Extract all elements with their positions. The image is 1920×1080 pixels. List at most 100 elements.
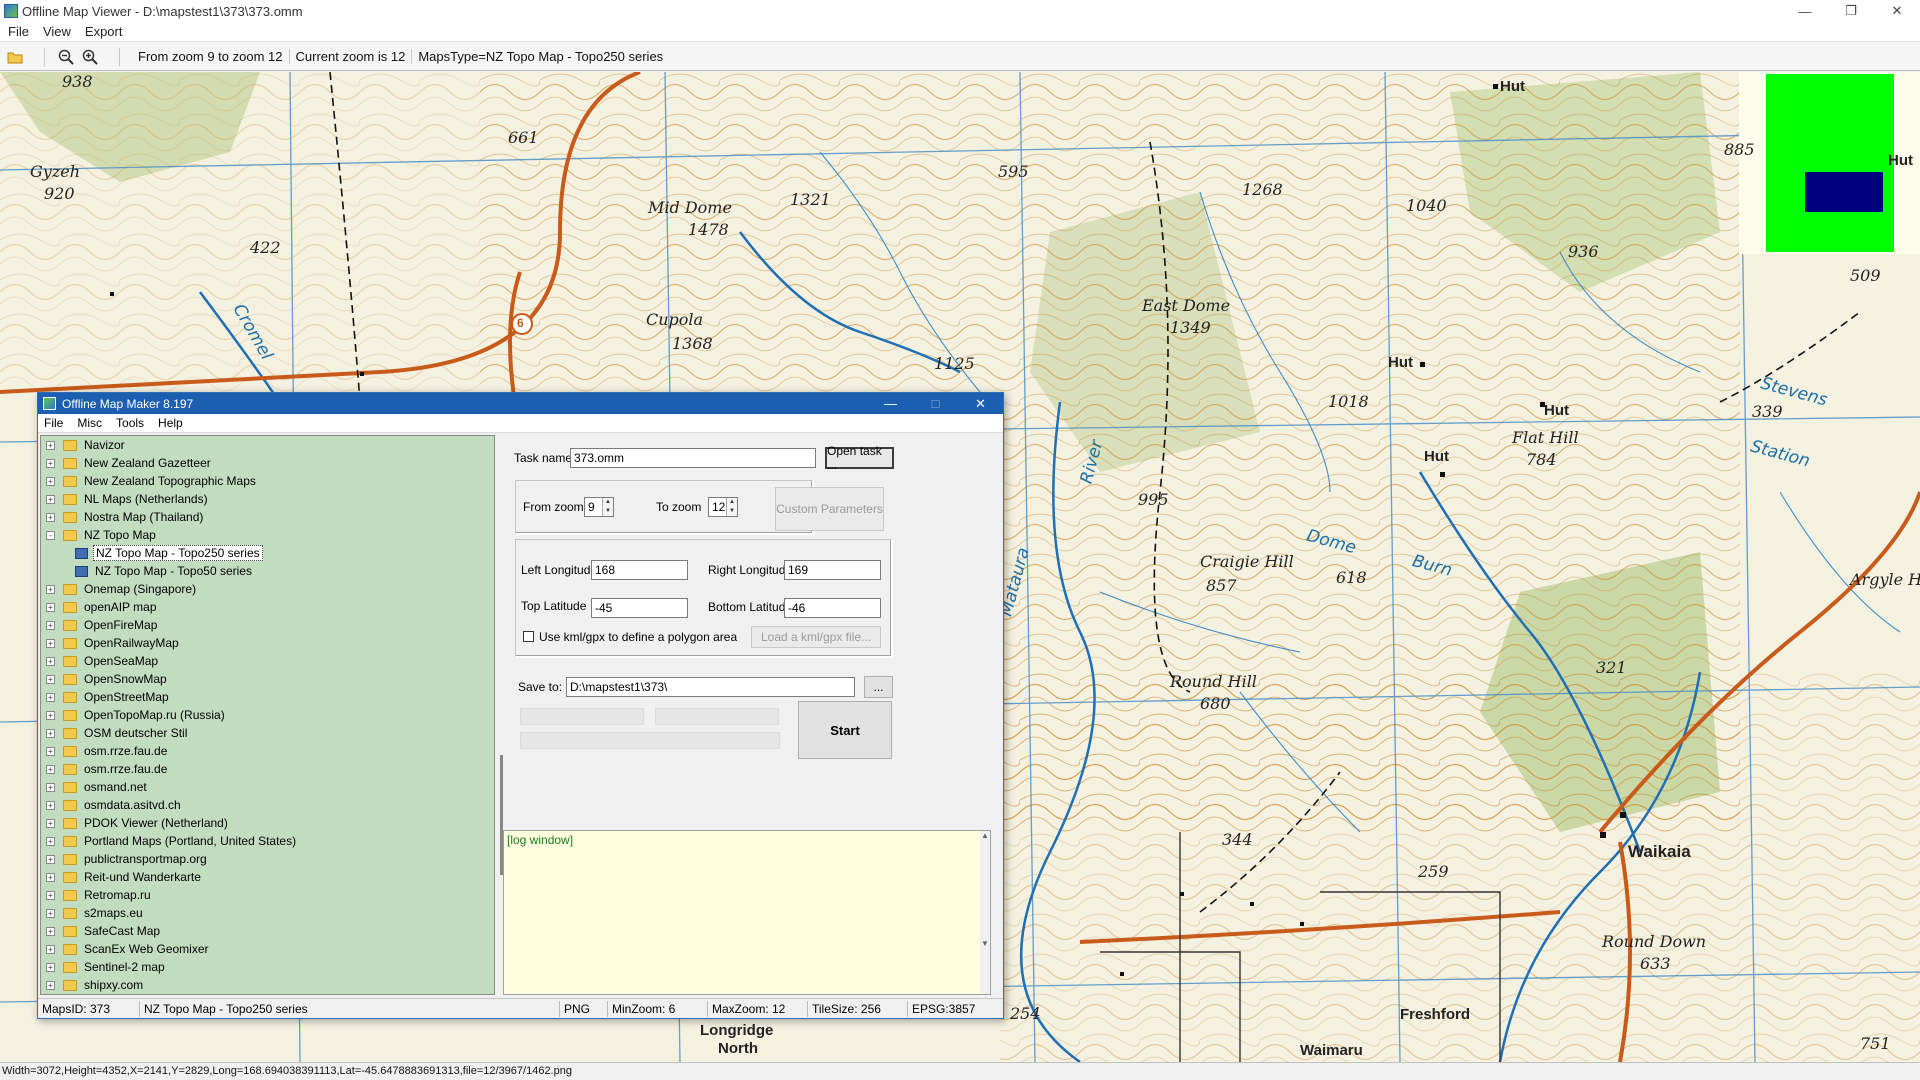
expand-icon[interactable]: + <box>46 584 55 594</box>
tree-item[interactable]: NZ Topo Map - Topo250 series <box>41 544 494 562</box>
open-folder-icon[interactable] <box>6 48 24 66</box>
tree-item[interactable]: + osm.rrze.fau.de <box>41 742 494 760</box>
custom-parameters-button[interactable]: Custom Parameters <box>775 487 884 531</box>
tree-item[interactable]: + Sentinel-2 map <box>41 958 494 976</box>
expand-icon[interactable]: + <box>46 764 55 774</box>
expand-icon[interactable]: + <box>46 512 55 522</box>
open-task-button[interactable]: Open task ... <box>825 444 894 472</box>
expand-icon[interactable]: + <box>46 872 55 882</box>
map-label: 885 <box>1724 140 1755 159</box>
browse-button[interactable]: ... <box>864 676 893 698</box>
task-name-input[interactable]: 373.omm <box>570 448 816 468</box>
tree-item[interactable]: + OpenFireMap <box>41 616 494 634</box>
tree-item[interactable]: + OpenStreetMap <box>41 688 494 706</box>
start-button[interactable]: Start <box>798 701 892 759</box>
expand-icon[interactable]: + <box>46 638 55 648</box>
tree-item[interactable]: + osmand.net <box>41 778 494 796</box>
expand-icon[interactable]: + <box>46 800 55 810</box>
expand-icon[interactable]: + <box>46 782 55 792</box>
tree-item[interactable]: + OpenRailwayMap <box>41 634 494 652</box>
tree-item[interactable]: + osm.rrze.fau.de <box>41 760 494 778</box>
save-to-input[interactable]: D:\mapstest1\373\ <box>566 677 855 697</box>
tree-item[interactable]: + s2maps.eu <box>41 904 494 922</box>
tree-item[interactable]: + shipxy.com <box>41 976 494 994</box>
dialog-menu-file[interactable]: File <box>44 416 63 430</box>
dialog-maximize-button[interactable]: □ <box>913 393 958 414</box>
map-source-tree[interactable]: + Navizor + New Zealand Gazetteer + New Zeala… <box>40 435 495 995</box>
expand-icon[interactable]: + <box>46 890 55 900</box>
tree-item[interactable]: + OpenSeaMap <box>41 652 494 670</box>
zoom-in-icon[interactable] <box>81 48 99 66</box>
expand-icon[interactable]: + <box>46 674 55 684</box>
expand-icon[interactable]: + <box>46 854 55 864</box>
expand-icon[interactable]: + <box>46 710 55 720</box>
expand-icon[interactable]: + <box>46 944 55 954</box>
tree-item[interactable]: + Retromap.ru <box>41 886 494 904</box>
dialog-menu-misc[interactable]: Misc <box>77 416 102 430</box>
menu-view[interactable]: View <box>43 24 71 39</box>
tree-item[interactable]: + SafeCast Map <box>41 922 494 940</box>
use-kml-checkbox[interactable] <box>523 631 534 642</box>
expand-icon[interactable]: + <box>46 926 55 936</box>
expand-icon[interactable]: + <box>46 620 55 630</box>
tree-item[interactable]: + osmdata.asitvd.ch <box>41 796 494 814</box>
expand-icon[interactable]: + <box>46 728 55 738</box>
tree-item[interactable]: + ScanEx Web Geomixer <box>41 940 494 958</box>
tree-item[interactable]: + New Zealand Gazetteer <box>41 454 494 472</box>
tree-item[interactable]: + NL Maps (Netherlands) <box>41 490 494 508</box>
zoom-out-icon[interactable] <box>57 48 75 66</box>
minimap-viewport[interactable] <box>1805 172 1883 212</box>
expand-icon[interactable]: + <box>46 692 55 702</box>
spinner-arrows-icon[interactable]: ▲ ▼ <box>602 498 613 516</box>
tree-item[interactable]: + Navizor <box>41 436 494 454</box>
expand-icon[interactable]: + <box>46 746 55 756</box>
dialog-titlebar[interactable]: Offline Map Maker 8.197 — □ ✕ <box>38 393 1003 414</box>
expand-icon[interactable]: + <box>46 962 55 972</box>
tree-item[interactable]: + openAIP map <box>41 598 494 616</box>
top-latitude-input[interactable]: -45 <box>591 598 688 618</box>
minimize-button[interactable]: — <box>1782 0 1828 22</box>
close-button[interactable]: ✕ <box>1874 0 1920 22</box>
tree-item[interactable]: + OpenSnowMap <box>41 670 494 688</box>
dialog-menu-help[interactable]: Help <box>158 416 183 430</box>
right-longitude-input[interactable]: 169 <box>784 560 881 580</box>
expand-icon[interactable]: + <box>46 440 55 450</box>
expand-icon[interactable]: + <box>46 836 55 846</box>
tree-item[interactable]: NZ Topo Map - Topo50 series <box>41 562 494 580</box>
folder-icon <box>63 727 77 739</box>
tree-item[interactable]: + Nostra Map (Thailand) <box>41 508 494 526</box>
expand-icon[interactable]: + <box>46 476 55 486</box>
left-longitude-input[interactable]: 168 <box>591 560 688 580</box>
expand-icon[interactable]: + <box>46 458 55 468</box>
menu-file[interactable]: File <box>8 24 29 39</box>
expand-icon[interactable]: + <box>46 656 55 666</box>
dialog-menu-tools[interactable]: Tools <box>116 416 144 430</box>
load-kml-button[interactable]: Load a kml/gpx file... <box>751 626 881 648</box>
tree-item[interactable]: + Reit-und Wanderkarte <box>41 868 494 886</box>
expand-icon[interactable]: + <box>46 494 55 504</box>
expand-icon[interactable]: + <box>46 908 55 918</box>
tree-item[interactable]: + Onemap (Singapore) <box>41 580 494 598</box>
tree-item[interactable]: + New Zealand Topographic Maps <box>41 472 494 490</box>
expand-icon[interactable]: + <box>46 818 55 828</box>
expand-icon[interactable]: + <box>46 602 55 612</box>
collapse-icon[interactable]: - <box>46 530 55 540</box>
maximize-button[interactable]: ❐ <box>1828 0 1874 22</box>
log-scrollbar[interactable]: ▲ ▼ <box>980 831 990 994</box>
dialog-close-button[interactable]: ✕ <box>958 393 1003 414</box>
menu-export[interactable]: Export <box>85 24 123 39</box>
map-source-icon <box>75 565 88 577</box>
from-zoom-spinner[interactable]: 9 ▲ ▼ <box>584 497 614 517</box>
tree-item[interactable]: + PDOK Viewer (Netherland) <box>41 814 494 832</box>
log-window[interactable]: [log window] ▲ ▼ <box>503 830 991 995</box>
expand-icon[interactable]: + <box>46 980 55 990</box>
bottom-latitude-input[interactable]: -46 <box>784 598 881 618</box>
to-zoom-spinner[interactable]: 12 ▲ ▼ <box>708 497 738 517</box>
dialog-minimize-button[interactable]: — <box>868 393 913 414</box>
tree-item[interactable]: + OpenTopoMap.ru (Russia) <box>41 706 494 724</box>
tree-item[interactable]: - NZ Topo Map <box>41 526 494 544</box>
spinner-arrows-icon[interactable]: ▲ ▼ <box>726 498 737 516</box>
tree-item[interactable]: + publictransportmap.org <box>41 850 494 868</box>
tree-item[interactable]: + Portland Maps (Portland, United States) <box>41 832 494 850</box>
tree-item[interactable]: + OSM deutscher Stil <box>41 724 494 742</box>
